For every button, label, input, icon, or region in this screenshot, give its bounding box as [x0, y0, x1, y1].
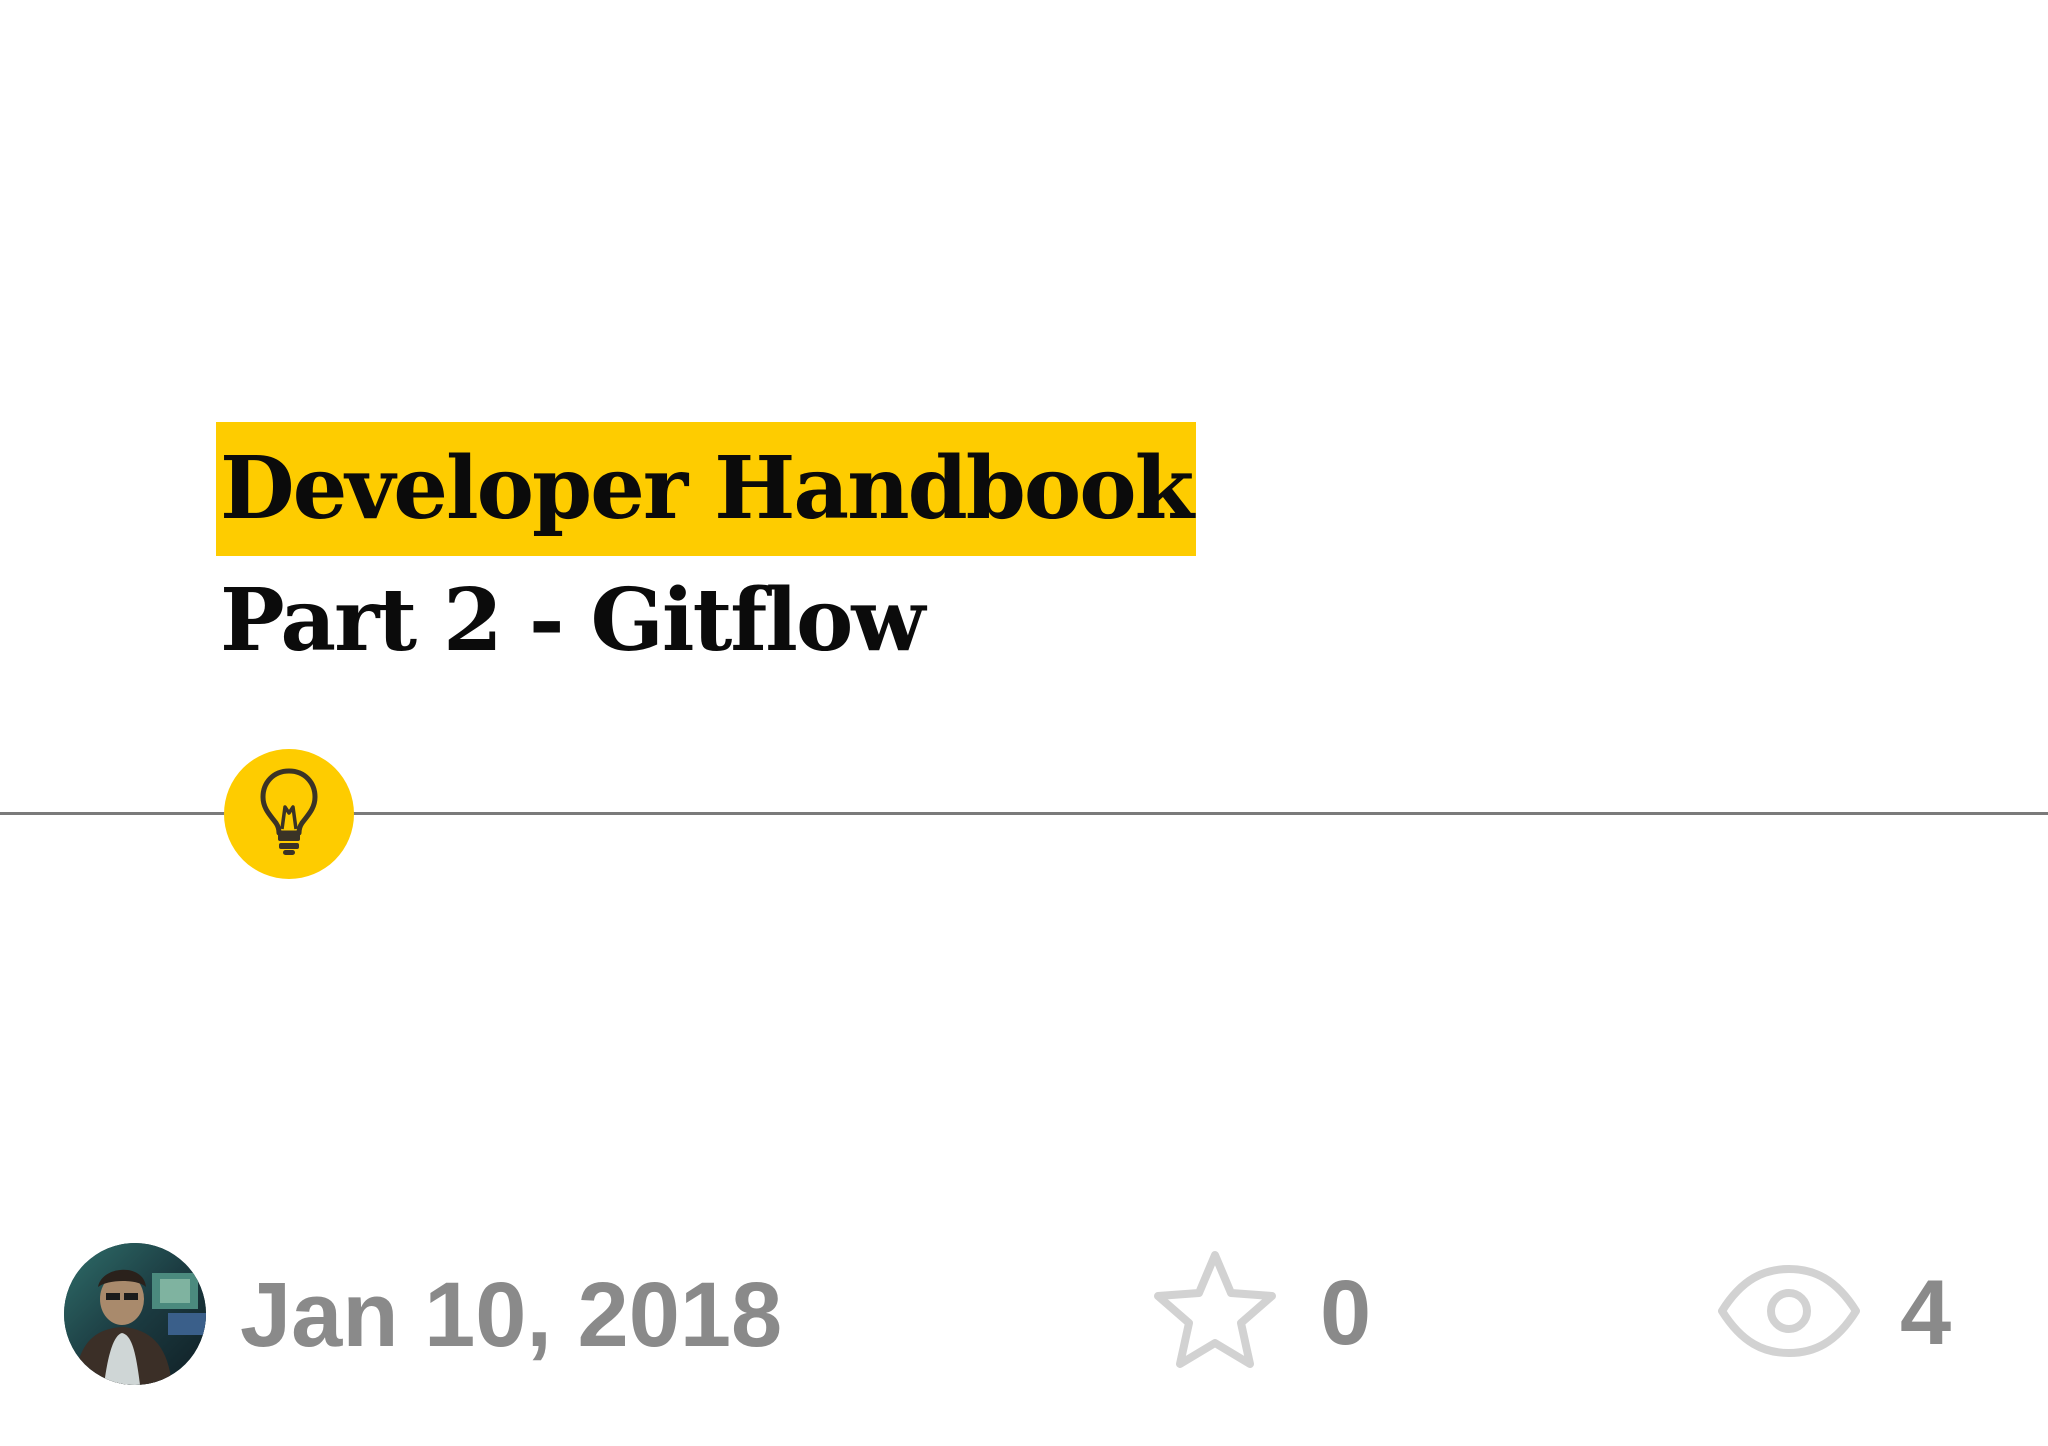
post-title[interactable]: Developer Handbook [216, 422, 1197, 556]
post-card[interactable]: Developer Handbook Part 2 - Gitflow Jan … [0, 0, 2048, 1446]
eye-icon [1716, 1261, 1862, 1366]
author-avatar[interactable] [64, 1243, 206, 1385]
star-button[interactable]: 0 [1148, 1240, 1371, 1386]
post-subtitle[interactable]: Part 2 - Gitflow [216, 556, 1196, 686]
post-title-block[interactable]: Developer Handbook Part 2 - Gitflow [216, 422, 1197, 686]
star-icon[interactable] [1148, 1247, 1282, 1380]
post-date: Jan 10, 2018 [240, 1264, 783, 1366]
view-counter: 4 [1716, 1240, 1951, 1386]
lightbulb-icon [258, 767, 320, 862]
star-count: 0 [1320, 1262, 1372, 1364]
view-count: 4 [1900, 1262, 1952, 1364]
category-badge [224, 749, 354, 879]
post-meta-footer: Jan 10, 2018 0 4 [0, 1240, 2048, 1386]
